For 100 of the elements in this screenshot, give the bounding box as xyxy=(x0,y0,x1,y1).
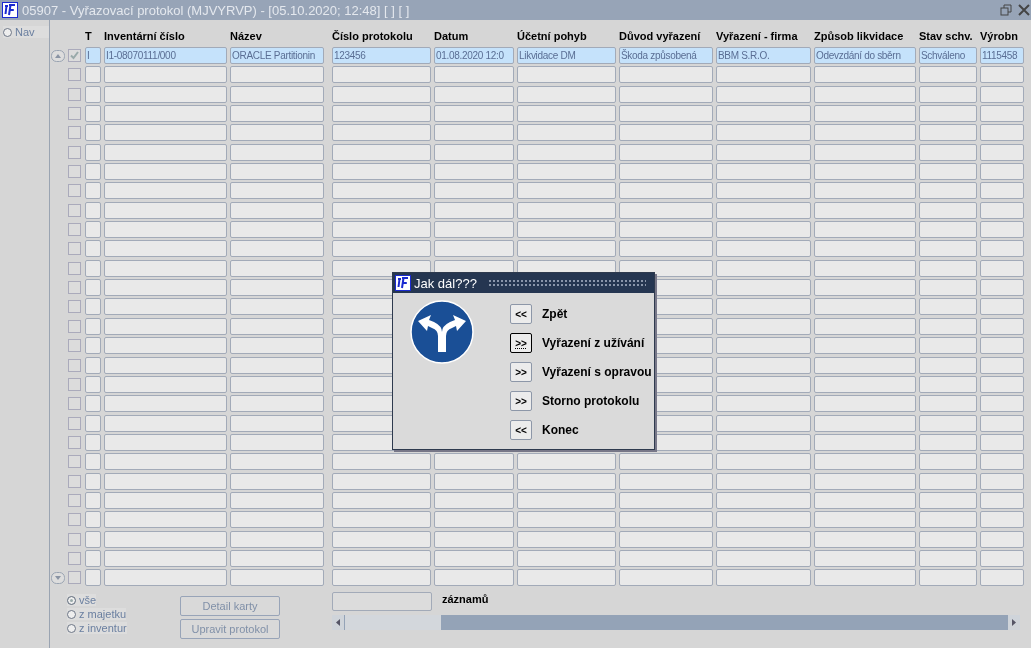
row-checkbox[interactable] xyxy=(68,107,81,121)
table-cell[interactable] xyxy=(919,85,977,103)
table-cell[interactable] xyxy=(980,414,1024,432)
table-cell[interactable] xyxy=(517,163,616,181)
table-cell[interactable] xyxy=(716,124,811,142)
table-cell[interactable] xyxy=(716,375,811,393)
table-cell[interactable] xyxy=(814,356,916,374)
row-checkbox[interactable] xyxy=(68,513,81,527)
table-cell[interactable] xyxy=(980,356,1024,374)
table-cell[interactable] xyxy=(104,240,227,258)
table-cell[interactable] xyxy=(85,201,101,219)
table-cell[interactable] xyxy=(980,375,1024,393)
scroll-right-icon[interactable] xyxy=(1008,615,1020,631)
row-checkbox[interactable] xyxy=(68,300,81,314)
table-cell[interactable] xyxy=(104,105,227,123)
table-cell[interactable]: Odevzdání do sběrn xyxy=(814,47,916,64)
table-cell[interactable] xyxy=(230,356,324,374)
table-cell[interactable] xyxy=(919,433,977,451)
table-cell[interactable] xyxy=(919,279,977,297)
option-button[interactable]: << xyxy=(510,304,532,324)
table-cell[interactable] xyxy=(716,201,811,219)
table-cell[interactable] xyxy=(517,201,616,219)
table-cell[interactable] xyxy=(919,105,977,123)
table-cell[interactable] xyxy=(716,395,811,413)
table-cell[interactable] xyxy=(104,279,227,297)
table-cell[interactable] xyxy=(434,85,514,103)
table-cell[interactable] xyxy=(434,221,514,239)
row-checkbox[interactable] xyxy=(68,281,81,295)
filter-radio[interactable]: vše xyxy=(67,594,97,607)
table-cell[interactable] xyxy=(85,259,101,277)
table-cell[interactable] xyxy=(716,163,811,181)
table-cell[interactable] xyxy=(104,317,227,335)
table-cell[interactable] xyxy=(619,491,713,509)
table-cell[interactable] xyxy=(619,143,713,161)
table-cell[interactable] xyxy=(230,511,324,529)
table-cell[interactable] xyxy=(980,240,1024,258)
option-button[interactable]: >> xyxy=(510,333,532,353)
table-cell[interactable] xyxy=(104,569,227,587)
table-cell[interactable] xyxy=(517,453,616,471)
table-cell[interactable] xyxy=(517,124,616,142)
table-cell[interactable] xyxy=(517,472,616,490)
row-checkbox[interactable] xyxy=(68,416,81,430)
table-cell[interactable] xyxy=(814,530,916,548)
table-cell[interactable] xyxy=(980,549,1024,567)
table-cell[interactable] xyxy=(85,279,101,297)
row-checkbox[interactable] xyxy=(68,223,81,237)
table-cell[interactable] xyxy=(716,569,811,587)
row-checkbox[interactable] xyxy=(68,339,81,353)
table-cell[interactable] xyxy=(517,511,616,529)
restore-icon[interactable] xyxy=(999,3,1013,17)
table-cell[interactable] xyxy=(814,143,916,161)
table-cell[interactable] xyxy=(230,240,324,258)
option-button[interactable]: << xyxy=(510,420,532,440)
table-cell[interactable] xyxy=(230,414,324,432)
table-cell[interactable]: BBM S.R.O. xyxy=(716,47,811,64)
table-cell[interactable] xyxy=(919,317,977,335)
table-cell[interactable] xyxy=(517,549,616,567)
table-cell[interactable] xyxy=(85,66,101,84)
table-cell[interactable] xyxy=(85,472,101,490)
table-cell[interactable] xyxy=(230,105,324,123)
row-checkbox[interactable] xyxy=(68,532,81,546)
table-cell[interactable] xyxy=(332,201,431,219)
row-checkbox[interactable] xyxy=(68,165,81,179)
table-cell[interactable] xyxy=(85,240,101,258)
table-cell[interactable] xyxy=(814,414,916,432)
table-cell[interactable] xyxy=(104,491,227,509)
table-cell[interactable] xyxy=(619,240,713,258)
row-checkbox[interactable] xyxy=(68,551,81,565)
table-cell[interactable] xyxy=(980,395,1024,413)
table-cell[interactable] xyxy=(332,472,431,490)
row-checkbox[interactable] xyxy=(68,397,81,411)
table-cell[interactable] xyxy=(332,549,431,567)
table-cell[interactable] xyxy=(919,414,977,432)
table-cell[interactable] xyxy=(919,491,977,509)
filter-radio[interactable]: z majetku xyxy=(67,608,127,621)
table-cell[interactable] xyxy=(517,491,616,509)
table-cell[interactable] xyxy=(814,259,916,277)
table-cell[interactable] xyxy=(619,221,713,239)
table-cell[interactable] xyxy=(332,530,431,548)
table-cell[interactable] xyxy=(434,201,514,219)
table-cell[interactable] xyxy=(980,491,1024,509)
table-cell[interactable] xyxy=(619,259,713,277)
table-cell[interactable] xyxy=(980,105,1024,123)
table-cell[interactable] xyxy=(980,530,1024,548)
table-cell[interactable] xyxy=(919,221,977,239)
table-cell[interactable] xyxy=(716,298,811,316)
option-button[interactable]: >> xyxy=(510,391,532,411)
table-cell[interactable] xyxy=(919,124,977,142)
table-cell[interactable] xyxy=(716,356,811,374)
table-cell[interactable] xyxy=(980,298,1024,316)
table-cell[interactable] xyxy=(980,472,1024,490)
table-cell[interactable] xyxy=(104,85,227,103)
table-cell[interactable] xyxy=(919,549,977,567)
table-cell[interactable] xyxy=(332,163,431,181)
table-cell[interactable] xyxy=(230,163,324,181)
table-cell[interactable] xyxy=(716,143,811,161)
table-cell[interactable] xyxy=(104,337,227,355)
filter-radio[interactable]: z inventur xyxy=(67,622,127,635)
table-cell[interactable] xyxy=(332,85,431,103)
table-cell[interactable]: 1115458 xyxy=(980,47,1024,64)
